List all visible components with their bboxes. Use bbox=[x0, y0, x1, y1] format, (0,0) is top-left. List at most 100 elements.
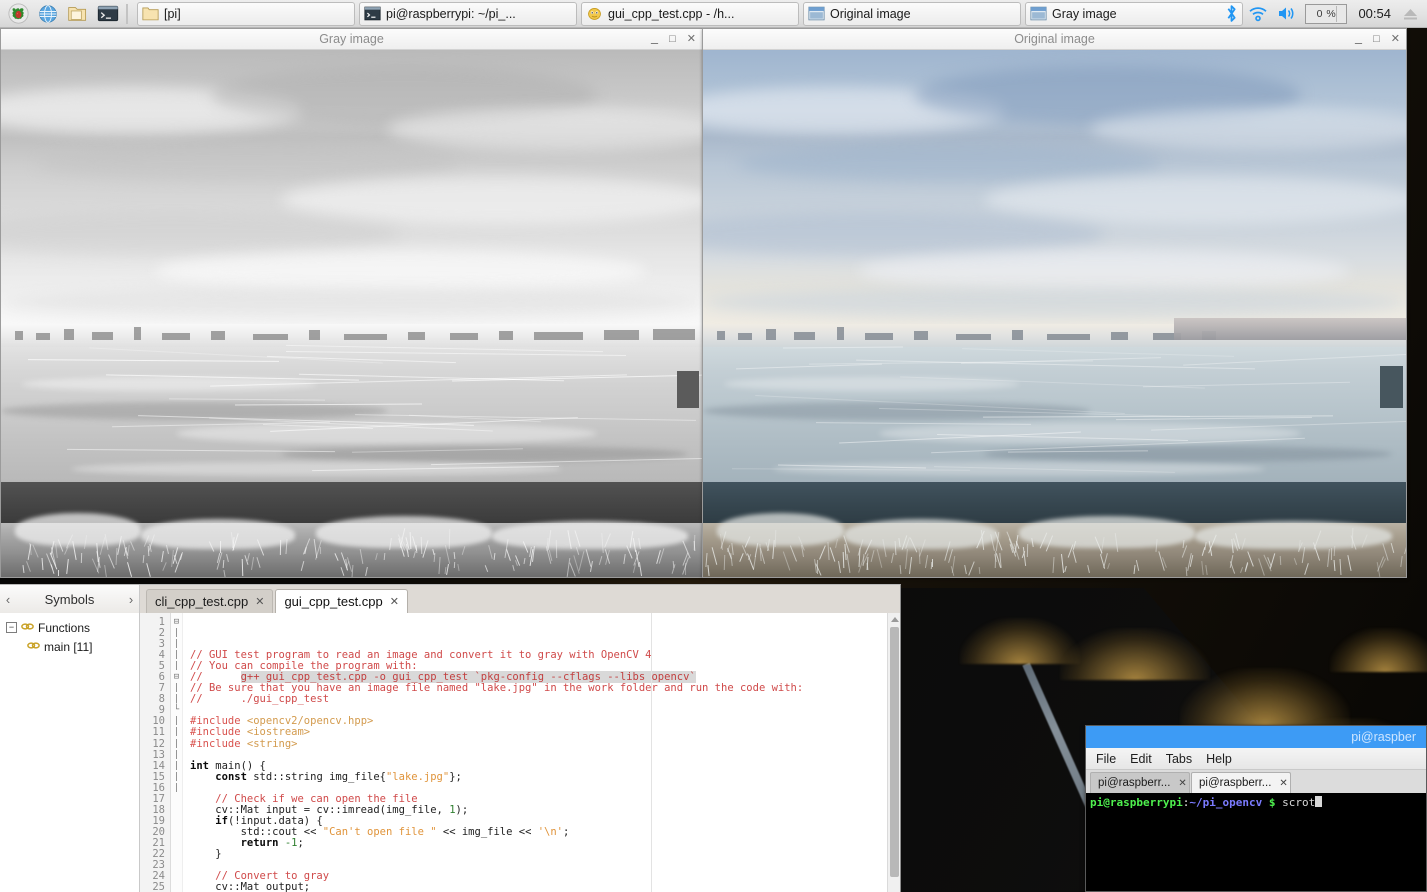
menu-tabs[interactable]: Tabs bbox=[1166, 752, 1192, 766]
fold-marker[interactable]: └ bbox=[171, 705, 182, 716]
window-gray-image[interactable]: Gray image – □ ✕ bbox=[0, 28, 703, 578]
task-label: gui_cpp_test.cpp - /h... bbox=[608, 7, 734, 21]
grass-blade bbox=[127, 545, 130, 555]
terminal-output[interactable]: pi@raspberrypi:~/pi_opencv $ scrot bbox=[1086, 793, 1426, 891]
maximize-button[interactable]: □ bbox=[669, 34, 676, 45]
grass-blade bbox=[1133, 565, 1135, 574]
photo-grass bbox=[1, 523, 702, 577]
task-label: pi@raspberrypi: ~/pi_... bbox=[386, 7, 516, 21]
wifi-icon[interactable] bbox=[1248, 2, 1268, 26]
symbols-tree[interactable]: − Functions main [11] bbox=[0, 613, 140, 892]
code-line: #include <string> bbox=[190, 739, 900, 750]
close-icon[interactable]: ✕ bbox=[390, 595, 399, 608]
editor-vertical-scrollbar[interactable] bbox=[887, 613, 900, 892]
folder-icon bbox=[142, 6, 159, 21]
fold-marker[interactable]: | bbox=[171, 694, 182, 705]
close-button[interactable]: ✕ bbox=[687, 34, 696, 45]
grass-blade bbox=[671, 564, 675, 574]
close-icon[interactable]: ✕ bbox=[1279, 778, 1287, 789]
source-code-text[interactable]: // GUI test program to read an image and… bbox=[183, 613, 900, 892]
grass-blade bbox=[1053, 557, 1055, 573]
maximize-button[interactable]: □ bbox=[1373, 34, 1380, 45]
web-browser-icon[interactable] bbox=[33, 1, 63, 27]
collapse-toggle-icon[interactable]: − bbox=[6, 622, 17, 633]
fold-marker[interactable]: | bbox=[171, 739, 182, 750]
window-original-image[interactable]: Original image – □ ✕ bbox=[702, 28, 1407, 578]
fold-marker[interactable]: | bbox=[171, 650, 182, 661]
system-tray: 0 % 00:54 bbox=[1224, 2, 1427, 26]
close-icon[interactable]: ✕ bbox=[1178, 778, 1186, 789]
terminal-menubar: File Edit Tabs Help bbox=[1086, 748, 1426, 770]
fold-marker[interactable]: | bbox=[171, 628, 182, 639]
sidebar-next-icon[interactable]: › bbox=[123, 592, 139, 607]
symbol-item-main[interactable]: main [11] bbox=[0, 637, 139, 656]
fold-marker[interactable]: | bbox=[171, 727, 182, 738]
scrollbar-thumb[interactable] bbox=[890, 627, 899, 877]
cpu-usage-indicator[interactable]: 0 % bbox=[1305, 4, 1347, 24]
terminal-window[interactable]: pi@raspber File Edit Tabs Help pi@raspbe… bbox=[1085, 725, 1427, 892]
grass-blade bbox=[1302, 547, 1305, 563]
gray-window-titlebar[interactable]: Gray image – □ ✕ bbox=[1, 29, 702, 50]
code-fold-margin[interactable]: ⊟ | | | | ⊟ | | └ | | | | | | | bbox=[171, 613, 183, 892]
fold-marker[interactable]: ⊟ bbox=[171, 672, 182, 683]
fold-marker[interactable]: | bbox=[171, 639, 182, 650]
task-button-original-image[interactable]: Original image bbox=[803, 2, 1021, 26]
grass-blade bbox=[375, 553, 378, 560]
fold-marker[interactable]: | bbox=[171, 683, 182, 694]
raspberry-menu-icon[interactable] bbox=[3, 1, 33, 27]
grass-blade bbox=[1383, 543, 1389, 561]
minimize-button[interactable]: – bbox=[1355, 36, 1362, 49]
grass-blade bbox=[1339, 559, 1341, 575]
terminal-tab-2[interactable]: pi@raspberr... ✕ bbox=[1191, 772, 1291, 793]
grass-blade bbox=[830, 547, 836, 561]
volume-icon[interactable] bbox=[1277, 2, 1296, 26]
grass-blade bbox=[1280, 556, 1282, 565]
tab-label: gui_cpp_test.cpp bbox=[284, 594, 382, 609]
code-area[interactable]: 1 2 3 4 5 6 7 8 9 10 11 12 13 14 15 16 17 18 19 20 21 22 23 24 2… bbox=[140, 613, 900, 892]
original-window-titlebar[interactable]: Original image – □ ✕ bbox=[703, 29, 1406, 50]
code-editor-window[interactable]: ‹ Symbols › cli_cpp_test.cpp ✕ gui_cpp_t… bbox=[0, 584, 901, 892]
task-button-terminal[interactable]: pi@raspberrypi: ~/pi_... bbox=[359, 2, 577, 26]
menu-file[interactable]: File bbox=[1096, 752, 1116, 766]
bluetooth-icon[interactable] bbox=[1224, 2, 1239, 26]
fold-marker[interactable]: ⊟ bbox=[171, 617, 182, 628]
minimize-button[interactable]: – bbox=[651, 36, 658, 49]
grass-blade bbox=[905, 549, 908, 569]
grass-blade bbox=[449, 529, 451, 549]
fold-marker[interactable]: | bbox=[171, 716, 182, 727]
symbols-group-functions[interactable]: − Functions bbox=[0, 618, 139, 637]
photo-grass bbox=[703, 523, 1406, 577]
sidebar-prev-icon[interactable]: ‹ bbox=[0, 592, 16, 607]
fold-marker[interactable]: | bbox=[171, 772, 182, 783]
clock[interactable]: 00:54 bbox=[1356, 6, 1393, 21]
grass-blade bbox=[162, 562, 166, 571]
task-button-gray-image[interactable]: Gray image bbox=[1025, 2, 1243, 26]
task-button-geany[interactable]: gui_cpp_test.cpp - /h... bbox=[581, 2, 799, 26]
tab-cli-cpp-test[interactable]: cli_cpp_test.cpp ✕ bbox=[146, 589, 273, 613]
grass-blade bbox=[694, 541, 696, 552]
scroll-up-arrow-icon[interactable] bbox=[891, 617, 899, 622]
task-button-pi[interactable]: [pi] bbox=[137, 2, 355, 26]
close-button[interactable]: ✕ bbox=[1391, 34, 1400, 45]
menu-help[interactable]: Help bbox=[1206, 752, 1232, 766]
terminal-tab-bar: pi@raspberr... ✕ pi@raspberr... ✕ bbox=[1086, 770, 1426, 793]
fold-marker[interactable]: | bbox=[171, 750, 182, 761]
symbols-panel-header: ‹ Symbols › bbox=[0, 585, 140, 613]
tab-gui-cpp-test[interactable]: gui_cpp_test.cpp ✕ bbox=[275, 589, 408, 613]
fold-marker[interactable]: | bbox=[171, 661, 182, 672]
gray-image-canvas bbox=[1, 50, 702, 577]
file-manager-icon[interactable] bbox=[63, 1, 93, 27]
terminal-tab-1[interactable]: pi@raspberr... ✕ bbox=[1090, 772, 1190, 793]
close-icon[interactable]: ✕ bbox=[255, 595, 264, 608]
terminal-icon[interactable] bbox=[93, 1, 123, 27]
taskbar-window-list: [pi] pi@raspberrypi: ~/pi_... gui_cpp_te… bbox=[131, 2, 1224, 26]
menu-edit[interactable]: Edit bbox=[1130, 752, 1152, 766]
grass-blade bbox=[846, 554, 850, 573]
fold-marker[interactable]: | bbox=[171, 761, 182, 772]
original-window-title: Original image bbox=[703, 32, 1406, 46]
ice-streak bbox=[169, 399, 325, 401]
grass-blade bbox=[753, 556, 756, 570]
terminal-titlebar[interactable]: pi@raspber bbox=[1086, 726, 1426, 748]
eject-icon[interactable] bbox=[1402, 2, 1419, 26]
fold-marker[interactable]: | bbox=[171, 783, 182, 794]
